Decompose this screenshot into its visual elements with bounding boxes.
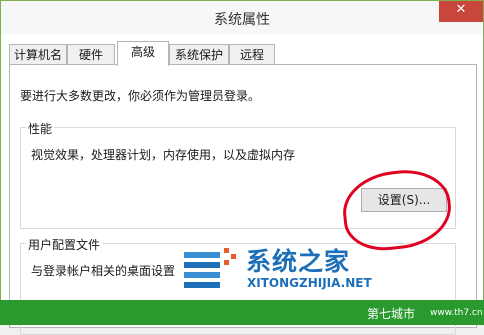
user-profile-description: 与登录帐户相关的桌面设置 <box>31 264 176 278</box>
tab-computer-name[interactable]: 计算机名 <box>9 44 67 65</box>
performance-description: 视觉效果，处理器计划，内存使用，以及虚拟内存 <box>31 148 296 162</box>
tab-remote[interactable]: 远程 <box>229 44 275 65</box>
watermark-title: 系统之家 <box>246 247 351 276</box>
tab-system-protection[interactable]: 系统保护 <box>169 44 229 65</box>
status-url: www.th7.cn <box>430 308 483 318</box>
titlebar: 系统属性 ✕ <box>1 1 483 34</box>
status-text: 第七城市 <box>367 307 416 321</box>
close-icon: ✕ <box>455 2 467 17</box>
admin-notice: 要进行大多数更改，你必须作为管理员登录。 <box>20 89 261 103</box>
window-title: 系统属性 <box>214 12 270 28</box>
tab-hardware[interactable]: 硬件 <box>67 44 115 65</box>
watermark-url: XITONGZHIJIA.NET <box>247 276 372 290</box>
watermark: 系统之家 XITONGZHIJIA.NET <box>182 238 382 300</box>
user-profile-label: 用户配置文件 <box>26 236 103 253</box>
tab-advanced[interactable]: 高级 <box>117 41 169 66</box>
close-button[interactable]: ✕ <box>439 1 483 22</box>
watermark-logo-icon <box>184 248 236 288</box>
performance-label: 性能 <box>26 120 55 137</box>
status-bar: 第七城市 www.th7.cn <box>0 300 484 325</box>
